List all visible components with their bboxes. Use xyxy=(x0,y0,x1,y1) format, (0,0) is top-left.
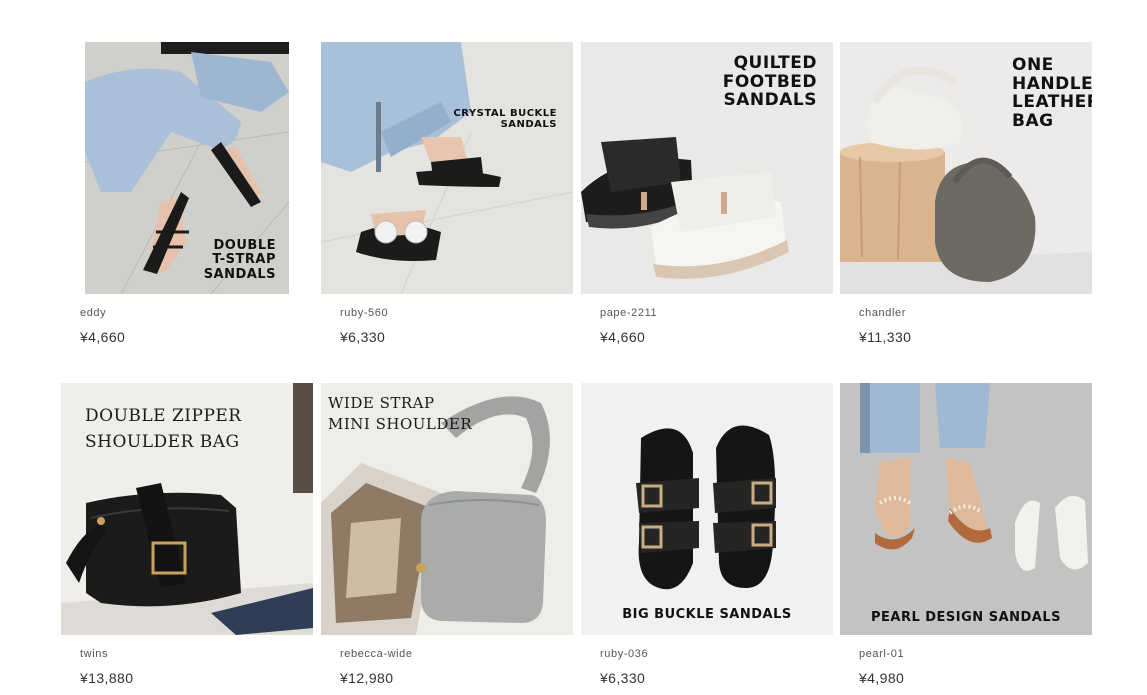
product-price: ¥11,330 xyxy=(859,329,912,345)
product-card[interactable]: QUILTED FOOTBED SANDALS pape-2211 ¥4,660 xyxy=(581,42,833,345)
image-caption: CRYSTAL BUCKLE SANDALS xyxy=(453,108,557,130)
product-card[interactable]: BIG BUCKLE SANDALS ruby-036 ¥6,330 xyxy=(581,383,833,686)
image-caption: DOUBLE T-STRAP SANDALS xyxy=(203,238,276,282)
product-price: ¥4,980 xyxy=(859,670,905,686)
image-caption: PEARL DESIGN SANDALS xyxy=(870,609,1062,625)
product-name[interactable]: twins xyxy=(61,648,313,660)
product-image[interactable]: BIG BUCKLE SANDALS xyxy=(581,383,833,635)
product-card[interactable]: CRYSTAL BUCKLE SANDALS ruby-560 ¥6,330 xyxy=(321,42,573,345)
big-buckle-sandals-photo xyxy=(581,383,833,635)
product-card[interactable]: DOUBLE T-STRAP SANDALS eddy ¥4,660 xyxy=(61,42,313,345)
product-name[interactable]: ruby-560 xyxy=(321,307,573,319)
product-card[interactable]: WIDE STRAP MINI SHOULDER rebecca-wide ¥1… xyxy=(321,383,573,686)
image-caption: ONE HANDLE LEATHER BAG xyxy=(1012,55,1092,132)
product-price: ¥13,880 xyxy=(80,670,134,686)
product-image[interactable]: ONE HANDLE LEATHER BAG xyxy=(840,42,1092,294)
image-caption: DOUBLE ZIPPER SHOULDER BAG xyxy=(85,406,242,453)
image-caption: QUILTED FOOTBED SANDALS xyxy=(722,53,817,111)
product-name[interactable]: pearl-01 xyxy=(840,648,1092,660)
pearl-design-sandals-photo xyxy=(840,383,1092,635)
product-image[interactable]: QUILTED FOOTBED SANDALS xyxy=(581,42,833,294)
product-price: ¥6,330 xyxy=(340,329,386,345)
product-price: ¥4,660 xyxy=(600,329,646,345)
product-name[interactable]: pape-2211 xyxy=(581,307,833,319)
product-card[interactable]: ONE HANDLE LEATHER BAG chandler ¥11,330 xyxy=(840,42,1092,345)
product-name[interactable]: chandler xyxy=(840,307,1092,319)
image-caption: WIDE STRAP MINI SHOULDER xyxy=(328,394,473,433)
product-image[interactable]: CRYSTAL BUCKLE SANDALS xyxy=(321,42,573,294)
product-price: ¥12,980 xyxy=(340,670,394,686)
product-name[interactable]: ruby-036 xyxy=(581,648,833,660)
product-card[interactable]: PEARL DESIGN SANDALS pearl-01 ¥4,980 xyxy=(840,383,1092,686)
crystal-buckle-sandals-photo xyxy=(321,42,573,294)
product-price: ¥4,660 xyxy=(80,329,126,345)
product-price: ¥6,330 xyxy=(600,670,646,686)
product-image[interactable]: WIDE STRAP MINI SHOULDER xyxy=(321,383,573,635)
product-card[interactable]: DOUBLE ZIPPER SHOULDER BAG twins ¥13,880 xyxy=(61,383,313,686)
image-caption: BIG BUCKLE SANDALS xyxy=(622,606,792,622)
product-image[interactable]: PEARL DESIGN SANDALS xyxy=(840,383,1092,635)
product-image[interactable]: DOUBLE T-STRAP SANDALS xyxy=(61,42,313,294)
product-name[interactable]: rebecca-wide xyxy=(321,648,573,660)
product-name[interactable]: eddy xyxy=(61,307,313,319)
product-image[interactable]: DOUBLE ZIPPER SHOULDER BAG xyxy=(61,383,313,635)
